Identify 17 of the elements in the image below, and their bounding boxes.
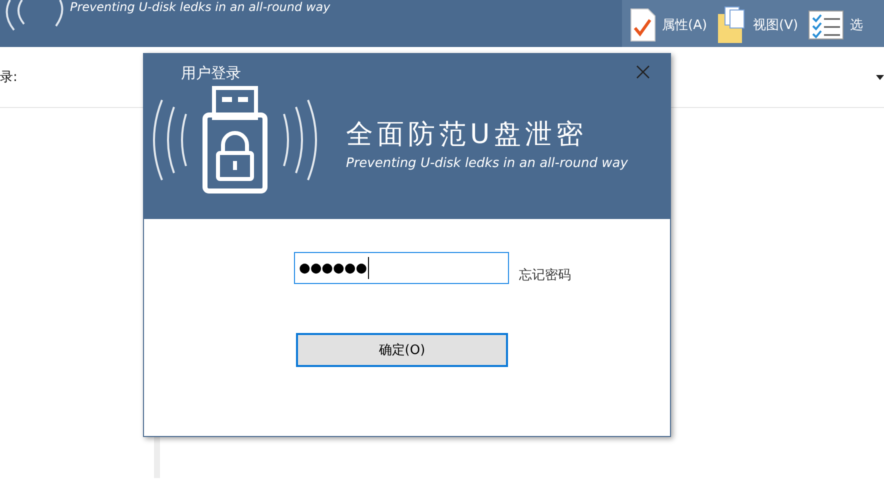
checklist-icon [808, 10, 844, 40]
toolbar-button[interactable]: 选 [808, 10, 864, 40]
forgot-password-link[interactable]: 忘记密码 [519, 266, 571, 284]
toolbar-button[interactable]: 视图(V) [717, 6, 798, 44]
slogan-text: Preventing U-disk ledks in an all-round way [70, 0, 330, 14]
usb-lock-icon [150, 85, 320, 195]
checked-document-icon [630, 8, 656, 42]
ok-button[interactable]: 确定(O) [296, 333, 508, 367]
dialog-title: 用户登录 [181, 64, 241, 83]
banner-slogan: Preventing U-disk ledks in an all-round way [346, 156, 628, 170]
documents-folder-icon [717, 6, 748, 44]
toolbar-button[interactable]: 属性(A) [630, 8, 708, 42]
close-icon[interactable] [636, 64, 650, 78]
banner-heading: 全面防范U盘泄密 [346, 118, 588, 152]
password-field[interactable]: ●●●●●● [294, 252, 509, 284]
caret-icon[interactable] [876, 74, 884, 80]
directory-label: 录: [0, 69, 18, 86]
